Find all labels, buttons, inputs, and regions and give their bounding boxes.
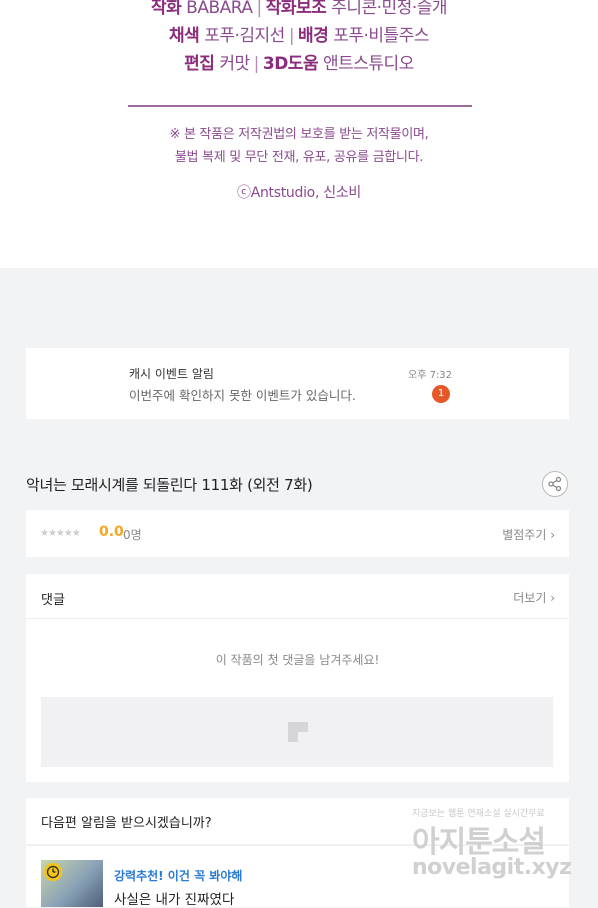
comments-empty-message: 이 작품의 첫 댓글을 남겨주세요! [215, 653, 380, 667]
rate-button[interactable]: 별점주기 › [502, 526, 555, 543]
copyright-notice-line1: ※ 본 작품은 저작권법의 보호를 받는 저작물이며, [169, 127, 429, 142]
comments-more-button[interactable]: 더보기 › [513, 589, 555, 606]
rating-count: 0명 [123, 528, 142, 542]
cash-event-alert[interactable]: 캐시 이벤트 알림 이번주에 확인하지 못한 이벤트가 있습니다. 오후 7:3… [26, 348, 569, 419]
alert-body: 이번주에 확인하지 못한 이벤트가 있습니다. [129, 388, 356, 403]
credit-label: 편집 [184, 54, 215, 74]
credit-line-color: 채색 포푸·김지선 | 배경 포푸·비틀주스 [0, 21, 598, 46]
episode-title: 악녀는 모래시계를 되돌린다 111화 (외전 7화) [26, 476, 313, 494]
alert-title: 캐시 이벤트 알림 [129, 367, 214, 381]
share-icon [548, 476, 562, 492]
credit-value: 커맛 [219, 54, 250, 74]
notify-question: 다음편 알림을 받으시겠습니까? [41, 816, 212, 831]
credit-separator: | [288, 26, 295, 46]
clock-icon [44, 863, 62, 881]
copyright-notice-line2: 불법 복제 및 무단 전재, 유포, 공유를 금합니다. [174, 150, 424, 165]
credit-value: 앤트스튜디오 [323, 54, 414, 74]
comments-divider [26, 618, 569, 619]
credit-value: BABARA [186, 0, 253, 18]
alert-count-badge: 1 [432, 385, 450, 403]
rating-stars: ★★★★★ [40, 528, 81, 539]
recommendation-thumbnail [41, 860, 103, 907]
credit-separator: | [253, 54, 260, 74]
credit-label: 작화 [150, 0, 182, 18]
credit-line-art: 작화 BABARA | 작화보조 주니콘·민정·슬개 [0, 0, 598, 18]
comment-placeholder-icon [288, 722, 308, 742]
credits-section: 작화 BABARA | 작화보조 주니콘·민정·슬개 채색 포푸·김지선 | 배경 포푸… [0, 0, 598, 268]
credit-line-edit: 편집 커맛 | 3D도움 앤트스튜디오 [0, 49, 598, 74]
comments-card: 댓글 더보기 › 이 작품의 첫 댓글을 남겨주세요! [26, 574, 569, 782]
credit-label: 작화보조 [265, 0, 327, 18]
credit-value: 포푸·비틀주스 [333, 26, 429, 46]
recommendation-tag: 강력추천! 이건 꼭 봐야해 [114, 869, 243, 883]
comment-input-area[interactable] [41, 697, 553, 767]
credit-separator: | [256, 0, 263, 18]
share-button[interactable] [542, 471, 568, 497]
credits-divider [128, 105, 472, 107]
rating-card: ★★★★★ 0.0 0명 별점주기 › [26, 510, 569, 557]
watermark-url: novelagit.xyz [412, 855, 572, 880]
site-watermark: 지금보는 웹툰 연재소설 실시간무료 아지툰소설 novelagit.xyz [408, 800, 578, 890]
credit-value: 포푸·김지선 [204, 26, 285, 46]
credit-label: 3D도움 [262, 54, 319, 74]
comments-heading: 댓글 [41, 593, 65, 608]
credit-label: 채색 [169, 26, 200, 46]
recommendation-title: 사실은 내가 진짜였다 [114, 892, 235, 908]
copyright-holder: ⓒAntstudio, 신소비 [237, 185, 361, 201]
credit-value: 주니콘·민정·슬개 [331, 0, 448, 18]
rating-score: 0.0 [99, 524, 124, 540]
credit-label: 배경 [298, 26, 329, 46]
alert-time: 오후 7:32 [408, 370, 453, 381]
